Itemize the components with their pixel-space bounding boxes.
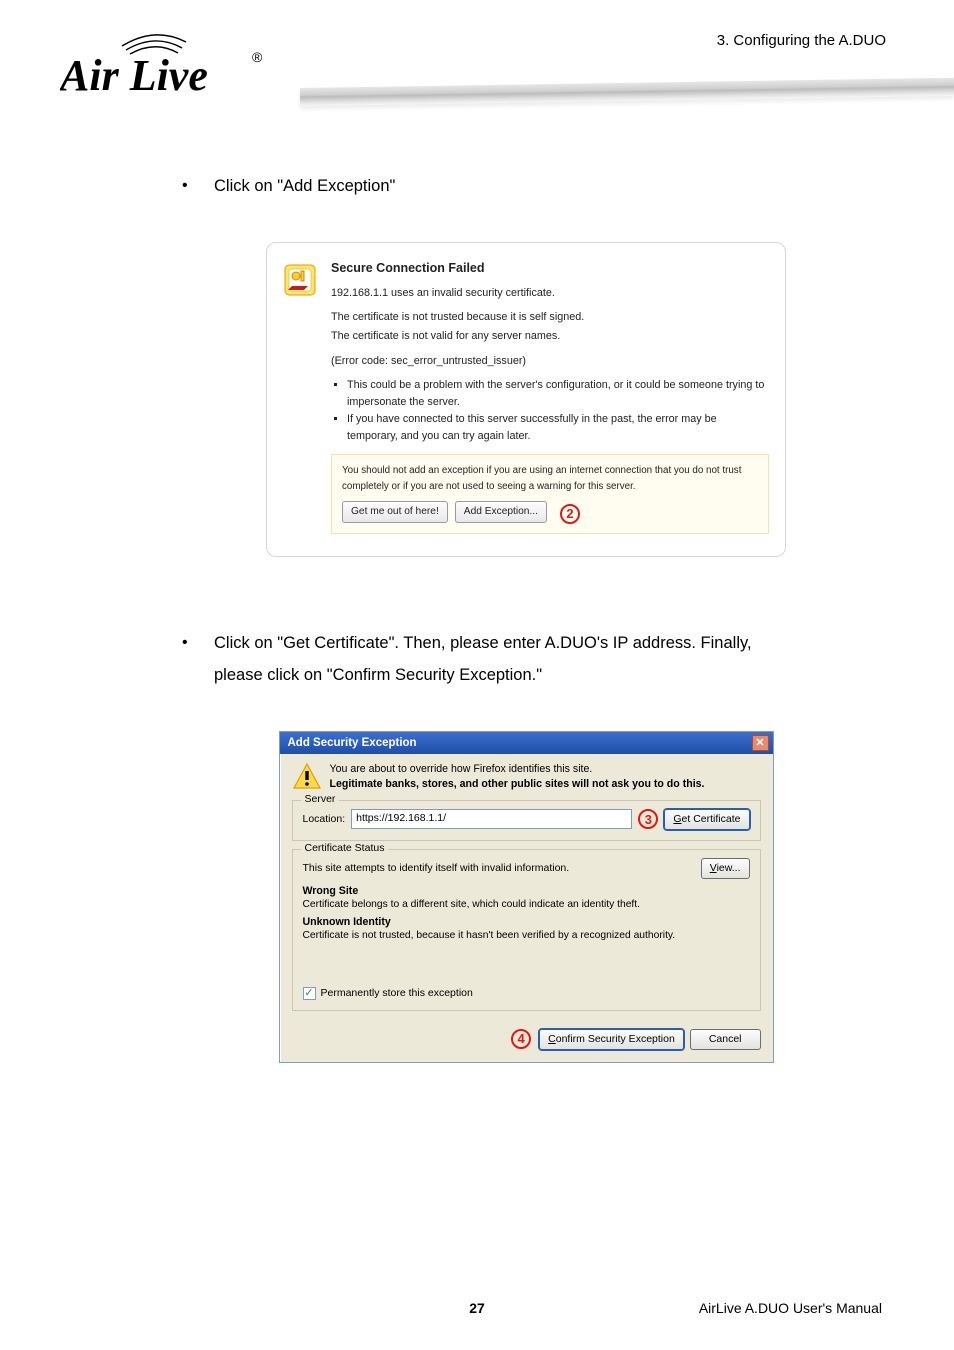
- add-exception-button[interactable]: Add Exception...: [455, 501, 547, 523]
- dialog-intro-line: You are about to override how Firefox id…: [330, 762, 705, 777]
- page-number: 27: [469, 1300, 485, 1316]
- unknown-identity-text: Certificate is not trusted, because it h…: [303, 930, 750, 941]
- bullet-text: Click on "Add Exception": [214, 170, 395, 202]
- fieldset-legend: Certificate Status: [301, 842, 389, 854]
- bullet-dot: •: [182, 170, 214, 201]
- permanently-store-checkbox[interactable]: ✓: [303, 987, 316, 1000]
- page-header: Air Live ® 3. Configuring the A.DUO: [0, 0, 954, 110]
- scf-line: The certificate is not trusted because i…: [331, 309, 769, 326]
- permanently-store-label: Permanently store this exception: [321, 987, 473, 999]
- header-divider-bar: [300, 78, 954, 106]
- bullet-text: please click on "Confirm Security Except…: [214, 659, 542, 691]
- dialog-intro-bold: Legitimate banks, stores, and other publ…: [330, 777, 705, 792]
- page-footer: 27 AirLive A.DUO User's Manual: [0, 1300, 954, 1316]
- bullet-item-1: • Click on "Add Exception": [182, 170, 884, 202]
- warning-triangle-icon: [292, 762, 322, 792]
- scf-title: Secure Connection Failed: [331, 259, 769, 278]
- get-certificate-button[interactable]: Get Certificate: [664, 809, 749, 830]
- get-me-out-button[interactable]: Get me out of here!: [342, 501, 448, 523]
- scf-error-code: (Error code: sec_error_untrusted_issuer): [331, 353, 769, 370]
- cancel-button[interactable]: Cancel: [690, 1029, 761, 1050]
- annotation-marker-2: 2: [560, 504, 580, 524]
- wrong-site-heading: Wrong Site: [303, 885, 750, 897]
- certificate-status-fieldset: Certificate Status This site attempts to…: [292, 849, 761, 1011]
- location-label: Location:: [303, 813, 346, 825]
- cert-status-text: This site attempts to identify itself wi…: [303, 862, 570, 874]
- location-input[interactable]: https://192.168.1.1/: [351, 809, 632, 829]
- scf-line: The certificate is not valid for any ser…: [331, 328, 769, 345]
- scf-list-item: If you have connected to this server suc…: [347, 411, 769, 444]
- airlive-logo-icon: Air Live ®: [60, 28, 270, 100]
- brand-logo: Air Live ®: [60, 28, 270, 105]
- confirm-security-exception-button[interactable]: Confirm Security Exception: [539, 1029, 684, 1050]
- scf-warning-text: You should not add an exception if you a…: [342, 463, 758, 493]
- police-warning-icon: [283, 263, 317, 297]
- bullet-text: Click on "Get Certificate". Then, please…: [214, 627, 752, 659]
- svg-text:®: ®: [252, 49, 263, 65]
- manual-title: AirLive A.DUO User's Manual: [699, 1300, 882, 1316]
- bullet-item-2: • Click on "Get Certificate". Then, plea…: [182, 627, 884, 691]
- scf-list-item: This could be a problem with the server'…: [347, 377, 769, 410]
- add-security-exception-dialog: Add Security Exception ✕ You are about t…: [279, 731, 774, 1063]
- secure-connection-failed-panel: Secure Connection Failed 192.168.1.1 use…: [266, 242, 786, 556]
- page-content: • Click on "Add Exception" Secure Connec…: [0, 110, 954, 1063]
- annotation-marker-3: 3: [638, 809, 658, 829]
- bullet-dot: •: [182, 627, 214, 658]
- svg-text:Air Live: Air Live: [60, 51, 208, 100]
- unknown-identity-heading: Unknown Identity: [303, 916, 750, 928]
- wrong-site-text: Certificate belongs to a different site,…: [303, 899, 750, 910]
- dialog-title-text: Add Security Exception: [288, 737, 417, 749]
- scf-line: 192.168.1.1 uses an invalid security cer…: [331, 285, 769, 302]
- fieldset-legend: Server: [301, 793, 340, 805]
- annotation-marker-4: 4: [511, 1029, 531, 1049]
- server-fieldset: Server Location: https://192.168.1.1/ 3 …: [292, 800, 761, 841]
- chapter-label: 3. Configuring the A.DUO: [717, 32, 886, 49]
- close-icon[interactable]: ✕: [752, 735, 769, 751]
- view-button[interactable]: View...: [701, 858, 750, 879]
- dialog-titlebar: Add Security Exception ✕: [280, 732, 773, 754]
